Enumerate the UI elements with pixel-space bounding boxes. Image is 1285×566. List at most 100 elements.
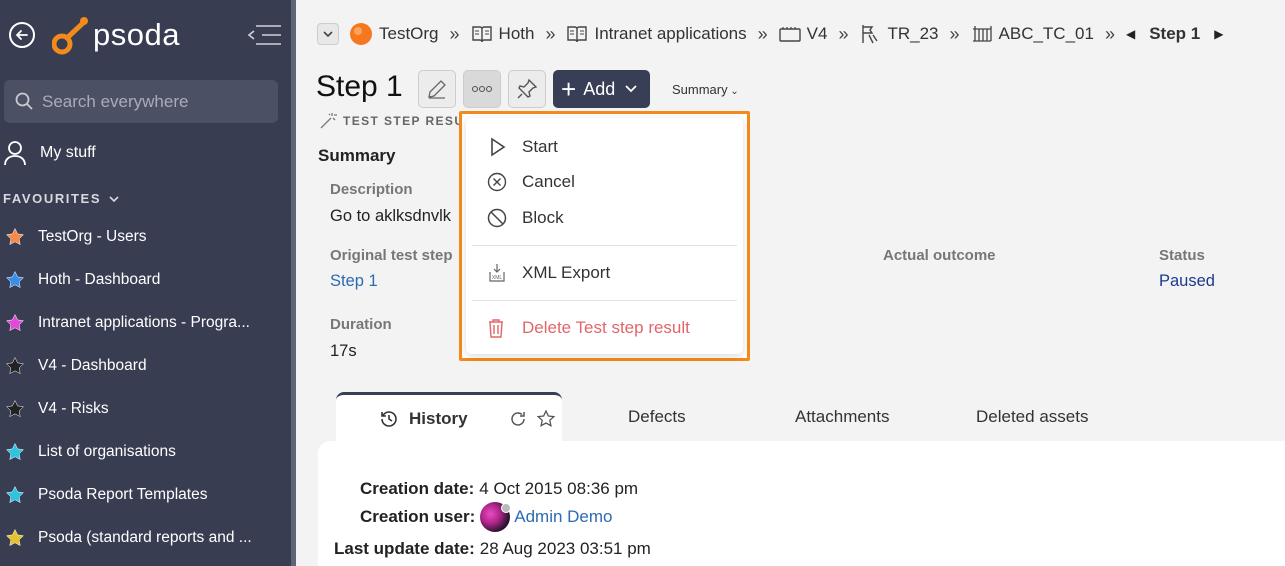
my-stuff-link[interactable]: My stuff [4,140,96,166]
add-button[interactable]: + Add [553,70,650,108]
summary-dropdown-label: Summary [672,82,728,97]
breadcrumb-programme[interactable]: Intranet applications [566,24,747,44]
next-step-icon[interactable]: ▶ [1214,27,1223,41]
creation-date-row: Creation date: 4 Oct 2015 08:36 pm [360,479,638,499]
arrow-left-icon [15,30,28,40]
star-icon [0,528,38,548]
favourite-item[interactable]: TestOrg - Users [0,215,290,258]
breadcrumb-separator: » [1104,23,1115,44]
history-icon [381,410,397,427]
favourite-item[interactable]: Psoda (standard reports and ... [0,516,290,559]
page-title: Step 1 [316,70,403,103]
tab-deleted-assets[interactable]: Deleted assets [976,392,1088,442]
summary-view-dropdown[interactable]: Summary ⌄ [672,82,739,97]
pin-icon [517,78,538,99]
breadcrumb-project[interactable]: V4 [778,24,827,44]
svg-text:XML: XML [492,275,503,281]
xml-export-icon: XML [489,264,505,282]
user-icon [4,141,26,166]
breadcrumb-separator: » [449,23,460,44]
breadcrumb-test-run[interactable]: TR_23 [859,23,939,45]
menu-collapse-icon [247,25,281,45]
chevron-down-icon [109,196,119,203]
logo-text: psoda [93,17,180,52]
favourite-label: V4 - Dashboard [38,356,147,374]
star-icon [0,485,38,505]
main-content: TestOrg » Hoth » Intranet applications »… [301,0,1285,566]
description-value: Go to aklksdnvlk [330,207,452,225]
logo-icon [52,17,88,55]
tab-history[interactable]: History [336,392,562,442]
favourite-label: Intranet applications - Progra... [38,313,250,331]
creation-user-link[interactable]: Admin Demo [514,507,612,527]
menu-divider [472,300,737,301]
creation-user-label: Creation user: [360,507,476,526]
avatar [480,502,512,532]
history-panel: Creation date: 4 Oct 2015 08:36 pm Creat… [318,441,1285,566]
favourite-item[interactable]: Hoth - Dashboard [0,258,290,301]
chevron-down-icon [625,85,637,93]
favourites-header[interactable]: FAVOURITES [3,191,119,206]
edit-button[interactable] [418,70,456,108]
test-case-icon [971,25,993,43]
favourite-item[interactable]: V4 - Risks [0,387,290,430]
breadcrumb-separator: » [949,23,960,44]
duration-label: Duration [330,316,392,333]
menu-divider [472,245,737,246]
menu-item-delete[interactable]: Delete Test step result [487,314,690,342]
back-button[interactable] [9,22,35,48]
star-icon [0,399,38,419]
asset-type-label: TEST STEP RESULT [319,112,481,130]
ticket-icon [778,26,801,42]
book-icon [471,24,493,44]
menu-item-block[interactable]: Block [487,204,564,232]
more-dots-icon [471,85,493,93]
menu-item-cancel[interactable]: Cancel [487,168,575,196]
favourite-label: Psoda (standard reports and ... [38,528,252,546]
favourite-item[interactable]: Psoda Report Templates [0,473,290,516]
previous-step-icon[interactable]: ◀ [1126,27,1135,41]
more-options-button[interactable] [463,70,501,108]
breadcrumb-org[interactable]: TestOrg [349,22,439,46]
tab-attachments[interactable]: Attachments [795,392,890,442]
favourite-item[interactable]: List of organisations [0,430,290,473]
play-icon [491,137,506,157]
psoda-logo[interactable]: psoda [52,14,180,56]
refresh-icon[interactable] [508,409,528,429]
star-icon [0,313,38,333]
original-test-step-link[interactable]: Step 1 [330,272,378,291]
pencil-icon [428,80,446,99]
favourite-item[interactable]: Intranet applications - Progra... [0,301,290,344]
search-icon [15,92,33,110]
chevron-down-icon: ⌄ [727,86,739,97]
breadcrumb-label: ABC_TC_01 [998,24,1094,43]
favourite-label: List of organisations [38,442,176,460]
favourite-item[interactable]: V4 - Dashboard [0,344,290,387]
plus-icon: + [561,74,577,104]
favourites-label: FAVOURITES [3,191,102,206]
book-icon [566,24,588,44]
favourite-pin-button[interactable] [508,70,546,108]
favourite-label: TestOrg - Users [38,227,147,245]
collapse-sidebar-button[interactable] [247,24,282,51]
menu-item-xml-export[interactable]: XML XML Export [487,259,610,287]
sidebar: psoda My stuff FAVOURITES TestOrg - User… [0,0,296,566]
cancel-circle-icon [487,172,507,192]
tab-defects[interactable]: Defects [628,392,686,442]
breadcrumb: TestOrg » Hoth » Intranet applications »… [317,22,1237,46]
breadcrumb-portfolio[interactable]: Hoth [471,24,534,44]
search-input[interactable] [42,80,272,123]
star-icon[interactable] [536,408,556,429]
last-update-row: Last update date: 28 Aug 2023 03:51 pm [334,539,651,559]
star-icon [0,356,38,376]
favourite-label: V4 - Risks [38,399,109,417]
breadcrumb-test-case[interactable]: ABC_TC_01 [971,24,1094,44]
trash-icon [489,319,503,338]
menu-item-start[interactable]: Start [487,133,558,161]
breadcrumb-menu-button[interactable] [317,23,339,45]
search-box [4,80,278,123]
more-options-menu: Start Cancel Block XML XML Export Delete… [459,111,750,361]
star-icon [0,442,38,462]
favourite-label: Hoth - Dashboard [38,270,161,288]
breadcrumb-label: TestOrg [379,24,439,43]
